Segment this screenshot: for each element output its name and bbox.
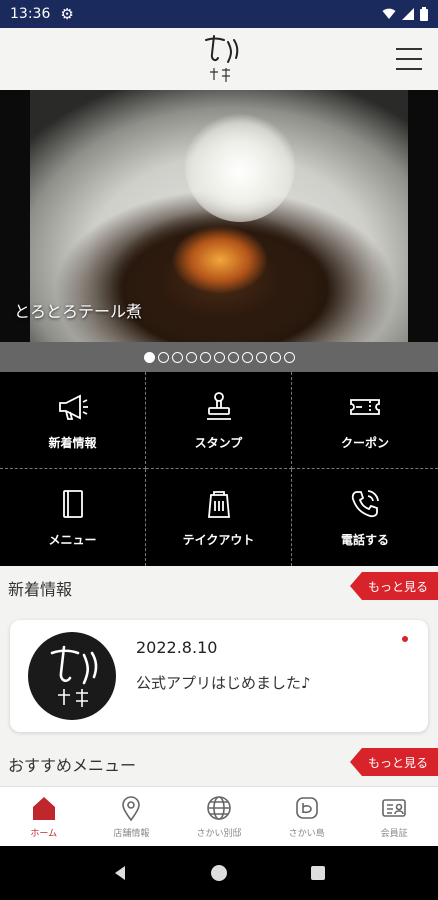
grid-label: 電話する (340, 533, 389, 547)
slider-dot[interactable] (143, 351, 155, 363)
slider-dot[interactable] (269, 351, 281, 363)
grid-item-coupon[interactable]: クーポン (292, 372, 438, 469)
grid-item-phone[interactable]: 電話する (292, 469, 438, 566)
signal-icon (402, 8, 414, 20)
grid-label: クーポン (340, 435, 389, 450)
hamburger-line (396, 58, 422, 60)
hero-garnish (185, 112, 295, 222)
news-card[interactable]: 2022.8.10 公式アプリはじめました♪ (10, 620, 428, 732)
slider-dot[interactable] (213, 351, 225, 363)
news-section-header: 新着情報 もっと見る (0, 570, 438, 604)
tab-label: ホーム (30, 829, 58, 839)
news-text: 公式アプリはじめました♪ (136, 674, 311, 692)
tab-label: 店舗情報 (113, 829, 150, 839)
tab-label: さかい島 (288, 829, 325, 839)
phone-icon (351, 490, 379, 518)
home-icon (32, 797, 55, 820)
slider-dot[interactable] (157, 351, 169, 363)
hamburger-line (396, 48, 422, 50)
unread-indicator (402, 636, 408, 642)
news-date: 2022.8.10 (136, 638, 218, 657)
hero-slider[interactable]: とろとろテール煮 (0, 90, 438, 342)
recommended-more-button[interactable]: もっと見る (350, 748, 438, 776)
hero-caption: とろとろテール煮 (14, 302, 143, 321)
coupon-icon (350, 398, 380, 415)
slider-pagination (0, 342, 438, 372)
stamp-icon (206, 391, 231, 420)
grid-item-stamp[interactable]: スタンプ (146, 372, 292, 469)
recents-icon[interactable] (308, 863, 328, 883)
tab-sakai-bettei[interactable]: さかい別邸 (175, 787, 263, 846)
blog-icon (295, 797, 318, 819)
app-header (0, 28, 438, 90)
menu-book-icon (62, 490, 83, 518)
slider-dot[interactable] (171, 351, 183, 363)
grid-item-takeout[interactable]: テイクアウト (146, 469, 292, 566)
app-logo (205, 35, 239, 82)
home-circle-icon[interactable] (209, 863, 229, 883)
slider-dot[interactable] (227, 351, 239, 363)
wifi-icon (382, 8, 396, 19)
member-card-icon (382, 799, 406, 817)
news-thumbnail (28, 632, 116, 720)
slider-dot[interactable] (199, 351, 211, 363)
news-more-button[interactable]: もっと見る (350, 572, 438, 600)
grid-label: メニュー (48, 533, 97, 547)
hamburger-line (396, 68, 422, 70)
map-pin-icon (122, 796, 141, 822)
takeout-bag-icon (207, 491, 230, 518)
status-bar: 13:36 ⚙ (0, 0, 438, 28)
tab-store-info[interactable]: 店舗情報 (88, 787, 176, 846)
tab-member-card[interactable]: 会員証 (350, 787, 438, 846)
slider-dot[interactable] (241, 351, 253, 363)
restaurant-logo-icon (50, 645, 98, 707)
status-time: 13:36 (10, 6, 51, 22)
battery-icon (420, 7, 428, 21)
slider-dot[interactable] (255, 351, 267, 363)
slider-dot[interactable] (185, 351, 197, 363)
news-section-title: 新着情報 (8, 580, 73, 599)
bottom-tab-bar: ホーム 店舗情報 さかい別邸 さかい島 会員証 (0, 786, 438, 846)
system-nav-bar (0, 846, 438, 900)
grid-item-news[interactable]: 新着情報 (0, 372, 146, 469)
grid-label: スタンプ (194, 435, 243, 450)
tab-sakai-jima[interactable]: さかい島 (263, 787, 351, 846)
megaphone-icon (58, 394, 88, 420)
menu-grid: 新着情報 スタンプ クーポン メニュー テイクアウト 電話する (0, 372, 438, 566)
grid-label: 新着情報 (48, 435, 97, 450)
grid-label: テイクアウト (182, 533, 255, 547)
tab-home[interactable]: ホーム (0, 787, 88, 846)
globe-icon (207, 796, 231, 820)
recommended-section-title: おすすめメニュー (8, 756, 137, 775)
recommended-section-header: おすすめメニュー もっと見る (0, 746, 438, 780)
tab-label: さかい別邸 (196, 829, 242, 839)
grid-item-menu[interactable]: メニュー (0, 469, 146, 566)
tab-label: 会員証 (380, 829, 408, 839)
settings-gear-icon: ⚙ (60, 5, 74, 23)
hamburger-menu-button[interactable] (396, 48, 422, 70)
slider-dot[interactable] (283, 351, 295, 363)
back-icon[interactable] (110, 863, 130, 883)
